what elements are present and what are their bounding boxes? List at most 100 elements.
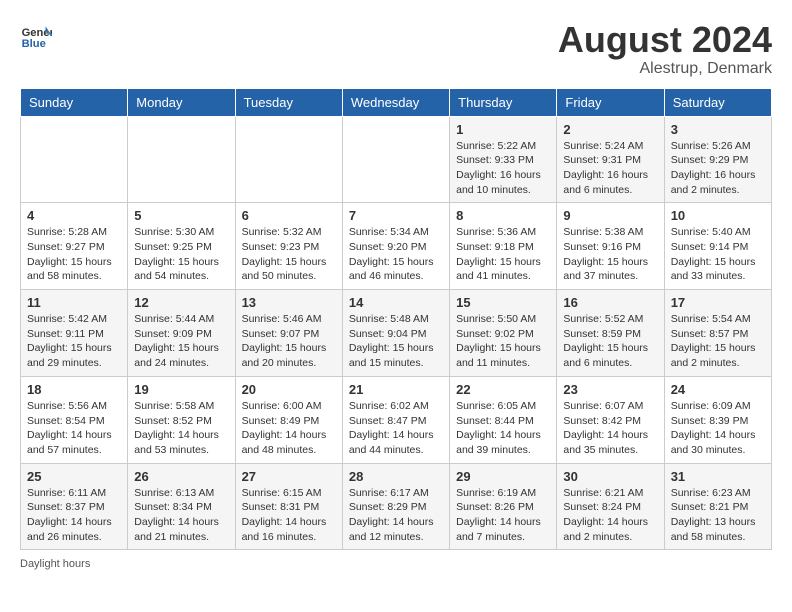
location: Alestrup, Denmark xyxy=(558,60,772,78)
day-info: Sunrise: 5:32 AMSunset: 9:23 PMDaylight:… xyxy=(242,225,336,284)
day-number: 23 xyxy=(563,382,657,397)
day-number: 13 xyxy=(242,295,336,310)
calendar-week-2: 4 Sunrise: 5:28 AMSunset: 9:27 PMDaylight… xyxy=(21,203,772,290)
calendar-cell: 25Sunrise: 6:11 AMSunset: 8:37 PMDayligh… xyxy=(21,463,128,550)
calendar-cell: 31 Sunrise: 6:23 AMSunset: 8:21 PMDayligh… xyxy=(664,463,771,550)
day-info: Sunrise: 5:28 AMSunset: 9:27 PMDaylight:… xyxy=(27,225,121,284)
day-number: 16 xyxy=(563,295,657,310)
calendar-cell: 18 Sunrise: 5:56 AMSunset: 8:54 PMDayligh… xyxy=(21,376,128,463)
day-info: Sunrise: 5:22 AMSunset: 9:33 PMDaylight:… xyxy=(456,139,550,198)
day-number: 29 xyxy=(456,469,550,484)
calendar-cell: 2 Sunrise: 5:24 AMSunset: 9:31 PMDaylight… xyxy=(557,116,664,203)
calendar-cell: 21 Sunrise: 6:02 AMSunset: 8:47 PMDayligh… xyxy=(342,376,449,463)
day-info: Sunrise: 5:26 AMSunset: 9:29 PMDaylight:… xyxy=(671,139,765,198)
day-info: Sunrise: 6:17 AMSunset: 8:29 PMDaylight:… xyxy=(349,486,443,545)
calendar-cell: 16 Sunrise: 5:52 AMSunset: 8:59 PMDayligh… xyxy=(557,290,664,377)
day-number: 21 xyxy=(349,382,443,397)
day-info: Sunrise: 6:02 AMSunset: 8:47 PMDaylight:… xyxy=(349,399,443,458)
day-number: 28 xyxy=(349,469,443,484)
calendar-cell: 12 Sunrise: 5:44 AMSunset: 9:09 PMDayligh… xyxy=(128,290,235,377)
day-number: 25 xyxy=(27,469,121,484)
day-number: 31 xyxy=(671,469,765,484)
day-number: 12 xyxy=(134,295,228,310)
day-info: Sunrise: 5:56 AMSunset: 8:54 PMDaylight:… xyxy=(27,399,121,458)
header-wednesday: Wednesday xyxy=(342,88,449,116)
day-info: Sunrise: 5:24 AMSunset: 9:31 PMDaylight:… xyxy=(563,139,657,198)
day-number: 26 xyxy=(134,469,228,484)
calendar-cell: 10 Sunrise: 5:40 AMSunset: 9:14 PMDayligh… xyxy=(664,203,771,290)
day-info: Sunrise: 5:40 AMSunset: 9:14 PMDaylight:… xyxy=(671,225,765,284)
day-info: Sunrise: 5:58 AMSunset: 8:52 PMDaylight:… xyxy=(134,399,228,458)
day-info: Sunrise: 6:07 AMSunset: 8:42 PMDaylight:… xyxy=(563,399,657,458)
day-number: 30 xyxy=(563,469,657,484)
calendar-cell: 26 Sunrise: 6:13 AMSunset: 8:34 PMDayligh… xyxy=(128,463,235,550)
day-number: 14 xyxy=(349,295,443,310)
day-info: Sunrise: 6:15 AMSunset: 8:31 PMDaylight:… xyxy=(242,486,336,545)
day-info: Sunrise: 5:34 AMSunset: 9:20 PMDaylight:… xyxy=(349,225,443,284)
day-info: Sunrise: 5:44 AMSunset: 9:09 PMDaylight:… xyxy=(134,312,228,371)
day-info: Sunrise: 5:30 AMSunset: 9:25 PMDaylight:… xyxy=(134,225,228,284)
day-info: Sunrise: 6:09 AMSunset: 8:39 PMDaylight:… xyxy=(671,399,765,458)
day-info: Sunrise: 6:00 AMSunset: 8:49 PMDaylight:… xyxy=(242,399,336,458)
day-number: 17 xyxy=(671,295,765,310)
calendar-cell: 14 Sunrise: 5:48 AMSunset: 9:04 PMDayligh… xyxy=(342,290,449,377)
header-saturday: Saturday xyxy=(664,88,771,116)
header-friday: Friday xyxy=(557,88,664,116)
day-info: Sunrise: 6:21 AMSunset: 8:24 PMDaylight:… xyxy=(563,486,657,545)
day-info: Sunrise: 5:48 AMSunset: 9:04 PMDaylight:… xyxy=(349,312,443,371)
day-number: 4 xyxy=(27,208,121,223)
calendar-week-5: 25Sunrise: 6:11 AMSunset: 8:37 PMDayligh… xyxy=(21,463,772,550)
logo: General Blue xyxy=(20,20,52,52)
calendar-cell: 30 Sunrise: 6:21 AMSunset: 8:24 PMDayligh… xyxy=(557,463,664,550)
header-tuesday: Tuesday xyxy=(235,88,342,116)
calendar-cell xyxy=(21,116,128,203)
calendar-cell: 27 Sunrise: 6:15 AMSunset: 8:31 PMDayligh… xyxy=(235,463,342,550)
calendar-cell: 29 Sunrise: 6:19 AMSunset: 8:26 PMDayligh… xyxy=(450,463,557,550)
day-info: Sunrise: 5:50 AMSunset: 9:02 PMDaylight:… xyxy=(456,312,550,371)
calendar-cell: 8 Sunrise: 5:36 AMSunset: 9:18 PMDaylight… xyxy=(450,203,557,290)
calendar-cell xyxy=(128,116,235,203)
header-monday: Monday xyxy=(128,88,235,116)
daylight-label: Daylight hours xyxy=(20,558,90,570)
footer-note: Daylight hours xyxy=(20,558,772,570)
calendar-cell: 22Sunrise: 6:05 AMSunset: 8:44 PMDayligh… xyxy=(450,376,557,463)
calendar-cell: 28 Sunrise: 6:17 AMSunset: 8:29 PMDayligh… xyxy=(342,463,449,550)
calendar-cell: 3 Sunrise: 5:26 AMSunset: 9:29 PMDaylight… xyxy=(664,116,771,203)
title-block: August 2024 Alestrup, Denmark xyxy=(558,20,772,78)
day-info: Sunrise: 6:13 AMSunset: 8:34 PMDaylight:… xyxy=(134,486,228,545)
calendar-cell: 15Sunrise: 5:50 AMSunset: 9:02 PMDayligh… xyxy=(450,290,557,377)
calendar-table: Sunday Monday Tuesday Wednesday Thursday… xyxy=(20,88,772,551)
page-header: General Blue August 2024 Alestrup, Denma… xyxy=(20,20,772,78)
calendar-week-4: 18 Sunrise: 5:56 AMSunset: 8:54 PMDayligh… xyxy=(21,376,772,463)
day-number: 27 xyxy=(242,469,336,484)
day-number: 3 xyxy=(671,122,765,137)
day-number: 18 xyxy=(27,382,121,397)
day-info: Sunrise: 6:23 AMSunset: 8:21 PMDaylight:… xyxy=(671,486,765,545)
calendar-header-row: Sunday Monday Tuesday Wednesday Thursday… xyxy=(21,88,772,116)
day-number: 20 xyxy=(242,382,336,397)
day-number: 10 xyxy=(671,208,765,223)
svg-text:Blue: Blue xyxy=(22,38,46,50)
day-number: 11 xyxy=(27,295,121,310)
day-info: Sunrise: 6:19 AMSunset: 8:26 PMDaylight:… xyxy=(456,486,550,545)
day-info: Sunrise: 5:42 AMSunset: 9:11 PMDaylight:… xyxy=(27,312,121,371)
calendar-cell xyxy=(342,116,449,203)
day-info: Sunrise: 5:46 AMSunset: 9:07 PMDaylight:… xyxy=(242,312,336,371)
day-number: 9 xyxy=(563,208,657,223)
calendar-cell: 11 Sunrise: 5:42 AMSunset: 9:11 PMDayligh… xyxy=(21,290,128,377)
month-year: August 2024 xyxy=(558,20,772,60)
day-number: 2 xyxy=(563,122,657,137)
calendar-week-3: 11 Sunrise: 5:42 AMSunset: 9:11 PMDayligh… xyxy=(21,290,772,377)
calendar-week-1: 1 Sunrise: 5:22 AMSunset: 9:33 PMDaylight… xyxy=(21,116,772,203)
day-info: Sunrise: 5:52 AMSunset: 8:59 PMDaylight:… xyxy=(563,312,657,371)
day-number: 1 xyxy=(456,122,550,137)
calendar-cell: 5Sunrise: 5:30 AMSunset: 9:25 PMDaylight… xyxy=(128,203,235,290)
day-info: Sunrise: 6:05 AMSunset: 8:44 PMDaylight:… xyxy=(456,399,550,458)
calendar-cell: 1 Sunrise: 5:22 AMSunset: 9:33 PMDaylight… xyxy=(450,116,557,203)
day-info: Sunrise: 5:36 AMSunset: 9:18 PMDaylight:… xyxy=(456,225,550,284)
calendar-cell: 7 Sunrise: 5:34 AMSunset: 9:20 PMDaylight… xyxy=(342,203,449,290)
day-number: 7 xyxy=(349,208,443,223)
header-sunday: Sunday xyxy=(21,88,128,116)
day-info: Sunrise: 5:38 AMSunset: 9:16 PMDaylight:… xyxy=(563,225,657,284)
day-number: 8 xyxy=(456,208,550,223)
